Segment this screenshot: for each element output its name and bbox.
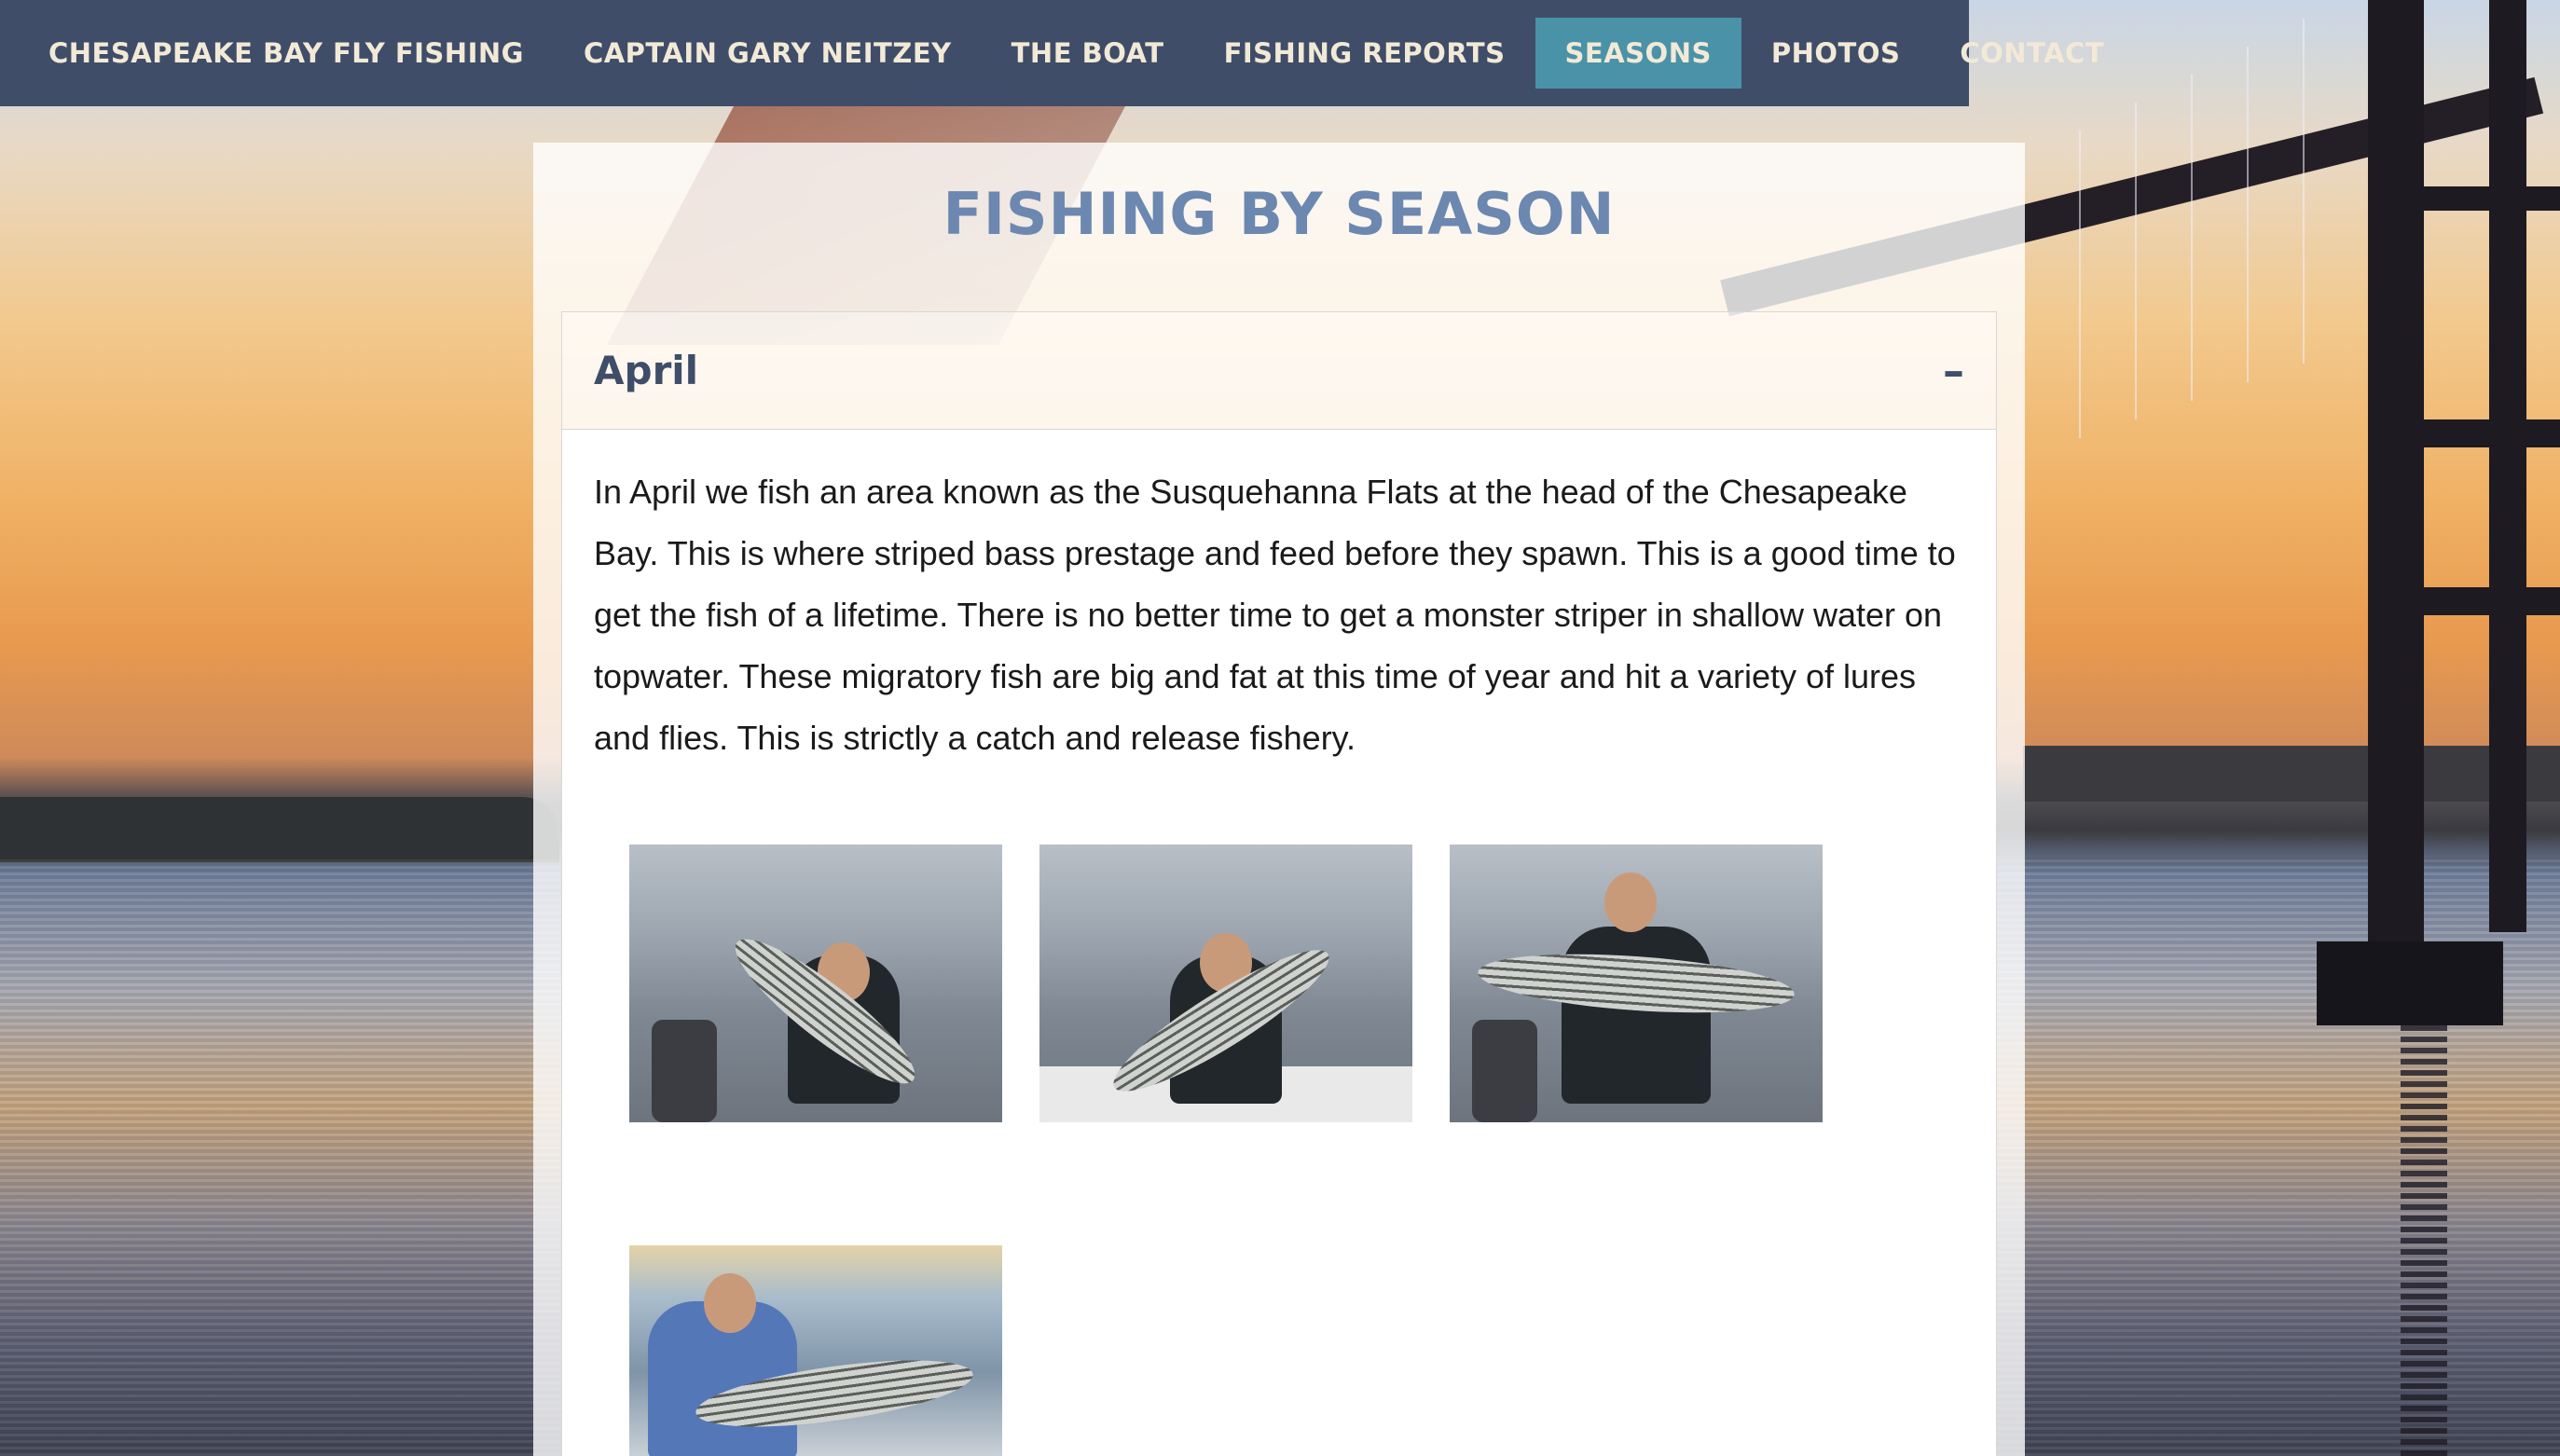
angler-face (704, 1273, 756, 1333)
bridge-tower (2368, 0, 2424, 988)
bridge-pier (2317, 941, 2503, 1025)
shoreline-right (2023, 746, 2560, 802)
striper-photo-4[interactable] (629, 1245, 1002, 1456)
nav-item-boat[interactable]: THE BOAT (982, 18, 1194, 89)
main-nav: CHESAPEAKE BAY FLY FISHING CAPTAIN GARY … (0, 0, 2104, 106)
bridge-cable (2079, 130, 2081, 438)
bridge-beam (2368, 419, 2560, 447)
angler (1562, 927, 1711, 1104)
angler-face (1604, 872, 1657, 932)
striper-photo-1[interactable] (629, 845, 1002, 1122)
bridge-cable (2303, 19, 2305, 364)
tower-reflection (2401, 1025, 2447, 1456)
bridge-tower (2489, 0, 2526, 932)
accordion-body: In April we fish an area known as the Su… (562, 430, 1996, 1456)
nav-item-captain[interactable]: CAPTAIN GARY NEITZEY (554, 18, 982, 89)
striped-bass (1476, 945, 1796, 1022)
outboard-motor (1472, 1020, 1537, 1122)
bridge-cable (2247, 47, 2249, 382)
season-accordion: April – In April we fish an area known a… (561, 311, 1997, 1456)
accordion-header-april[interactable]: April – (562, 312, 1996, 430)
nav-item-fishing-reports[interactable]: FISHING REPORTS (1194, 18, 1535, 89)
page-title: FISHING BY SEASON (943, 180, 1616, 248)
nav-item-home[interactable]: CHESAPEAKE BAY FLY FISHING (19, 18, 554, 89)
accordion-title: April (594, 348, 699, 393)
content-panel: FISHING BY SEASON April – In April we fi… (533, 143, 2025, 1456)
striper-photo-3[interactable] (1450, 845, 1823, 1122)
season-description: In April we fish an area known as the Su… (594, 473, 1956, 757)
collapse-icon[interactable]: – (1943, 346, 1964, 396)
bridge-beam (2368, 587, 2560, 615)
nav-item-photos[interactable]: PHOTOS (1741, 18, 1931, 89)
striper-photo-2[interactable] (1039, 845, 1412, 1122)
outboard-motor (652, 1020, 717, 1122)
bridge-cable (2191, 75, 2193, 401)
nav-item-contact[interactable]: CONTACT (1930, 18, 2134, 89)
shoreline-left (0, 797, 559, 862)
bridge-beam (2368, 186, 2560, 211)
bridge-cable (2135, 103, 2137, 419)
nav-item-seasons[interactable]: SEASONS (1535, 18, 1741, 89)
